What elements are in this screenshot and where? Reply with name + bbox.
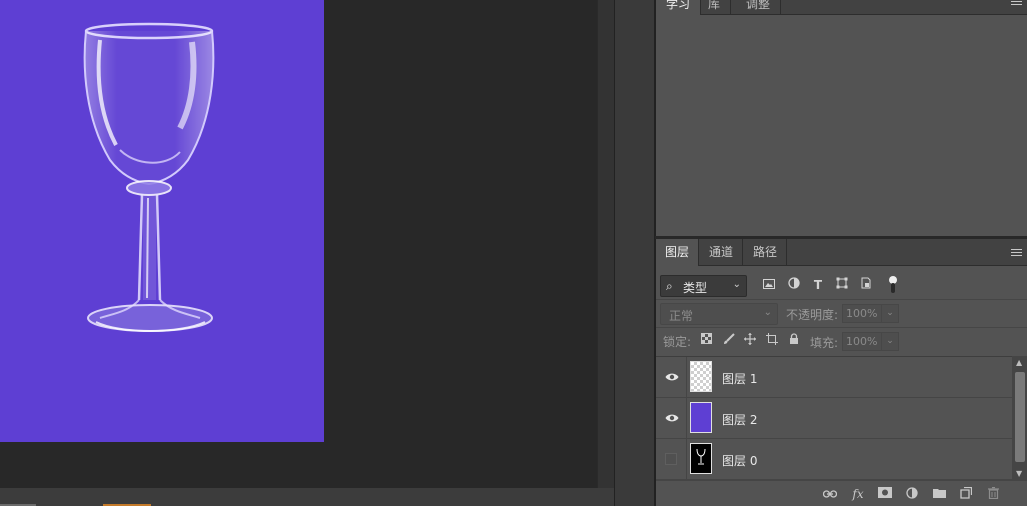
eye-icon — [665, 414, 679, 422]
blend-mode-value: 正常 — [669, 309, 694, 323]
new-group-icon[interactable] — [931, 487, 947, 501]
new-layer-icon[interactable] — [958, 486, 974, 501]
tab-layers[interactable]: 图层 — [656, 239, 700, 266]
fill-field[interactable]: 100% — [842, 332, 882, 351]
layer-row-2[interactable]: 图层 2 — [656, 398, 1012, 439]
fx-icon[interactable]: fx — [850, 487, 866, 501]
scroll-thumb[interactable] — [1015, 372, 1025, 462]
document-canvas[interactable] — [0, 0, 324, 442]
scrollbar-corner — [597, 488, 614, 506]
document-workspace[interactable] — [0, 0, 597, 488]
layer-name[interactable]: 图层 0 — [722, 452, 757, 469]
lock-transparent-pixels-icon[interactable] — [699, 333, 713, 347]
shape-filter-icon[interactable] — [834, 277, 850, 293]
layer-thumbnail-transparent — [690, 361, 712, 392]
scroll-up-icon[interactable]: ▲ — [1016, 358, 1022, 367]
trash-icon[interactable] — [985, 486, 1001, 501]
eye-icon — [665, 373, 679, 381]
lock-label: 锁定: — [663, 335, 692, 349]
layer-thumbnail-fill — [690, 402, 712, 433]
visibility-toggle[interactable] — [656, 398, 687, 438]
visibility-toggle[interactable] — [656, 439, 687, 479]
panel-dock-strip — [614, 0, 655, 506]
layers-panel-tabs: 图层 通道 路径 — [656, 239, 1027, 266]
layers-bottom-toolbar: fx — [656, 480, 1027, 506]
fill-label: 填充: — [810, 336, 839, 350]
smart-object-filter-icon[interactable] — [858, 277, 874, 293]
adjustment-layer-icon[interactable] — [904, 487, 920, 501]
lock-artboard-icon[interactable] — [765, 333, 779, 347]
learn-panel-tabs: 学习 库 调整 — [656, 0, 1027, 15]
lock-position-icon[interactable] — [743, 333, 757, 347]
blend-mode-select[interactable]: 正常 ⌄ — [660, 303, 778, 325]
search-icon: ⌕ — [666, 279, 673, 293]
type-filter-icon[interactable]: T — [810, 277, 826, 293]
filter-toggle-switch[interactable] — [888, 276, 898, 294]
opacity-field[interactable]: 100% — [842, 304, 882, 323]
tab-channels[interactable]: 通道 — [700, 239, 744, 266]
glass-thumbnail-icon — [696, 448, 706, 465]
opacity-chevron-icon[interactable]: ⌄ — [882, 304, 899, 323]
adjustment-filter-icon[interactable] — [786, 277, 802, 293]
layer-row-1[interactable]: 图层 1 — [656, 357, 1012, 398]
add-mask-icon[interactable] — [877, 487, 893, 501]
lock-image-pixels-icon[interactable] — [722, 333, 736, 347]
filter-kind-label: 类型 — [683, 281, 708, 295]
wine-glass-image — [83, 22, 215, 332]
layers-panel-menu-icon[interactable] — [1011, 249, 1022, 258]
layer-filter-kind-select[interactable]: ⌕ 类型 ⌄ — [660, 275, 747, 297]
canvas-horizontal-scrollbar[interactable] — [0, 488, 597, 506]
tab-libraries[interactable]: 库 — [698, 0, 732, 15]
scroll-down-icon[interactable]: ▼ — [1016, 469, 1022, 478]
layer-name[interactable]: 图层 1 — [722, 370, 757, 387]
learn-panel-group: 学习 库 调整 — [655, 0, 1027, 236]
image-filter-icon[interactable] — [761, 277, 777, 293]
panel-menu-icon[interactable] — [1011, 1, 1022, 7]
layers-panel: 图层 通道 路径 ⌕ 类型 ⌄ T 正常 ⌄ 不透明度: 100% ⌄ 锁定: — [655, 239, 1027, 506]
layer-name[interactable]: 图层 2 — [722, 411, 757, 428]
chevron-down-icon: ⌄ — [763, 307, 772, 318]
layer-thumbnail-glass — [690, 443, 712, 474]
layers-scrollbar[interactable]: ▲ ▼ — [1012, 356, 1027, 480]
tab-adjustments[interactable]: 调整 — [736, 0, 782, 15]
tab-learn[interactable]: 学习 — [656, 0, 702, 15]
lock-all-icon[interactable] — [787, 333, 801, 347]
fill-chevron-icon[interactable]: ⌄ — [882, 332, 899, 351]
link-icon[interactable] — [822, 487, 838, 501]
layer-row-0[interactable]: 图层 0 — [656, 439, 1012, 480]
chevron-down-icon: ⌄ — [732, 279, 741, 290]
canvas-vertical-scrollbar[interactable] — [597, 0, 614, 488]
visibility-toggle[interactable] — [656, 357, 687, 397]
tab-paths[interactable]: 路径 — [744, 239, 788, 266]
hidden-visibility-box — [665, 453, 677, 465]
layers-list: 图层 1 图层 2 图层 0 — [656, 356, 1012, 480]
opacity-label: 不透明度: — [786, 308, 839, 322]
